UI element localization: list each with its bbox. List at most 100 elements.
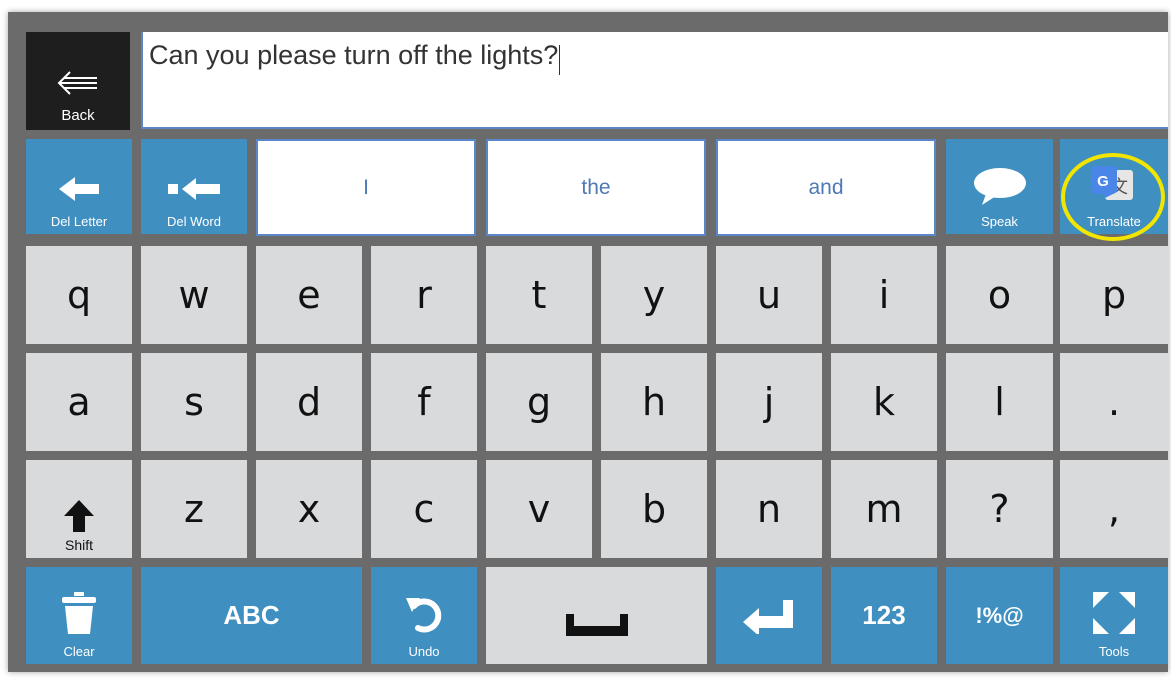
key-k-label: k — [872, 380, 895, 424]
key-n[interactable]: n — [716, 460, 822, 558]
symbols-button[interactable]: !%@ — [946, 567, 1053, 664]
suggestion-2[interactable]: the — [486, 139, 706, 236]
key-v[interactable]: v — [486, 460, 592, 558]
abc-button[interactable]: ABC — [141, 567, 362, 664]
enter-arrow-icon — [741, 598, 797, 634]
space-key[interactable] — [486, 567, 707, 664]
back-button[interactable]: Back — [26, 32, 130, 130]
back-arrow-icon — [56, 69, 100, 97]
key-y[interactable]: y — [601, 246, 707, 344]
clear-label: Clear — [63, 644, 95, 659]
numbers-label: 123 — [862, 600, 906, 630]
space-bar-icon — [565, 613, 628, 636]
key-l[interactable]: l — [946, 353, 1053, 451]
suggestion-3[interactable]: and — [716, 139, 936, 236]
key-f-label: f — [417, 380, 431, 424]
key-e-label: e — [297, 273, 321, 317]
key-t[interactable]: t — [486, 246, 592, 344]
numbers-button[interactable]: 123 — [831, 567, 937, 664]
key-comma-label: , — [1107, 487, 1121, 531]
key-question-label: ? — [989, 487, 1010, 531]
key-o-label: o — [987, 273, 1012, 317]
delete-word-icon — [166, 174, 222, 204]
del-word-button[interactable]: Del Word — [141, 139, 247, 234]
key-h[interactable]: h — [601, 353, 707, 451]
key-q-label: q — [66, 273, 92, 317]
shift-label: Shift — [64, 537, 93, 553]
key-r-label: r — [416, 273, 432, 317]
undo-icon — [404, 594, 444, 634]
speak-button[interactable]: Speak — [946, 139, 1053, 234]
key-v-label: v — [527, 487, 551, 531]
key-q[interactable]: q — [26, 246, 132, 344]
left-arrow-icon — [57, 174, 101, 204]
key-u[interactable]: u — [716, 246, 822, 344]
key-a[interactable]: a — [26, 353, 132, 451]
key-w-label: w — [178, 273, 210, 317]
undo-label: Undo — [408, 644, 440, 659]
expand-icon — [1093, 592, 1135, 634]
key-m[interactable]: m — [831, 460, 937, 558]
suggestion-2-label: the — [581, 175, 611, 199]
key-g-label: g — [526, 380, 552, 424]
key-n-label: n — [756, 487, 782, 531]
del-word-label: Del Word — [167, 214, 221, 229]
key-u-label: u — [756, 273, 782, 317]
trash-icon — [60, 590, 98, 636]
key-l-label: l — [994, 380, 1005, 424]
shift-key[interactable]: Shift — [26, 460, 132, 558]
key-j[interactable]: j — [716, 353, 822, 451]
abc-label: ABC — [223, 600, 280, 630]
key-h-label: h — [641, 380, 667, 424]
key-period-label: . — [1107, 380, 1121, 424]
suggestion-1-label: I — [363, 175, 369, 199]
key-z-label: z — [184, 487, 204, 531]
key-s[interactable]: s — [141, 353, 247, 451]
speech-bubble-icon — [972, 166, 1028, 206]
key-s-label: s — [184, 380, 204, 424]
del-letter-label: Del Letter — [50, 214, 108, 229]
key-p-label: p — [1101, 273, 1127, 317]
key-k[interactable]: k — [831, 353, 937, 451]
key-w[interactable]: w — [141, 246, 247, 344]
key-o[interactable]: o — [946, 246, 1053, 344]
keyboard-app: Back Can you please turn off the lights?… — [8, 12, 1168, 672]
message-text-field[interactable]: Can you please turn off the lights? — [141, 32, 1168, 129]
key-comma[interactable]: , — [1060, 460, 1168, 558]
highlight-circle — [1061, 153, 1165, 241]
key-period[interactable]: . — [1060, 353, 1168, 451]
key-z[interactable]: z — [141, 460, 247, 558]
key-a-label: a — [67, 380, 91, 424]
enter-button[interactable] — [716, 567, 822, 664]
del-letter-button[interactable]: Del Letter — [26, 139, 132, 234]
key-t-label: t — [531, 273, 547, 317]
symbols-label: !%@ — [975, 602, 1024, 628]
key-j-label: j — [763, 380, 775, 424]
key-c[interactable]: c — [371, 460, 477, 558]
text-cursor — [559, 44, 561, 75]
key-b[interactable]: b — [601, 460, 707, 558]
key-d-label: d — [296, 380, 322, 424]
key-i-label: i — [878, 273, 890, 317]
message-text: Can you please turn off the lights? — [149, 40, 559, 70]
back-label: Back — [61, 107, 95, 124]
undo-button[interactable]: Undo — [371, 567, 477, 664]
shift-arrow-icon — [63, 499, 95, 533]
key-d[interactable]: d — [256, 353, 362, 451]
key-x[interactable]: x — [256, 460, 362, 558]
key-question[interactable]: ? — [946, 460, 1053, 558]
key-p[interactable]: p — [1060, 246, 1168, 344]
key-g[interactable]: g — [486, 353, 592, 451]
key-m-label: m — [865, 487, 903, 531]
speak-label: Speak — [981, 214, 1018, 229]
suggestion-1[interactable]: I — [256, 139, 476, 236]
key-r[interactable]: r — [371, 246, 477, 344]
key-f[interactable]: f — [371, 353, 477, 451]
tools-button[interactable]: Tools — [1060, 567, 1168, 664]
key-e[interactable]: e — [256, 246, 362, 344]
key-c-label: c — [413, 487, 435, 531]
clear-button[interactable]: Clear — [26, 567, 132, 664]
suggestion-3-label: and — [808, 175, 844, 199]
key-x-label: x — [297, 487, 321, 531]
key-i[interactable]: i — [831, 246, 937, 344]
